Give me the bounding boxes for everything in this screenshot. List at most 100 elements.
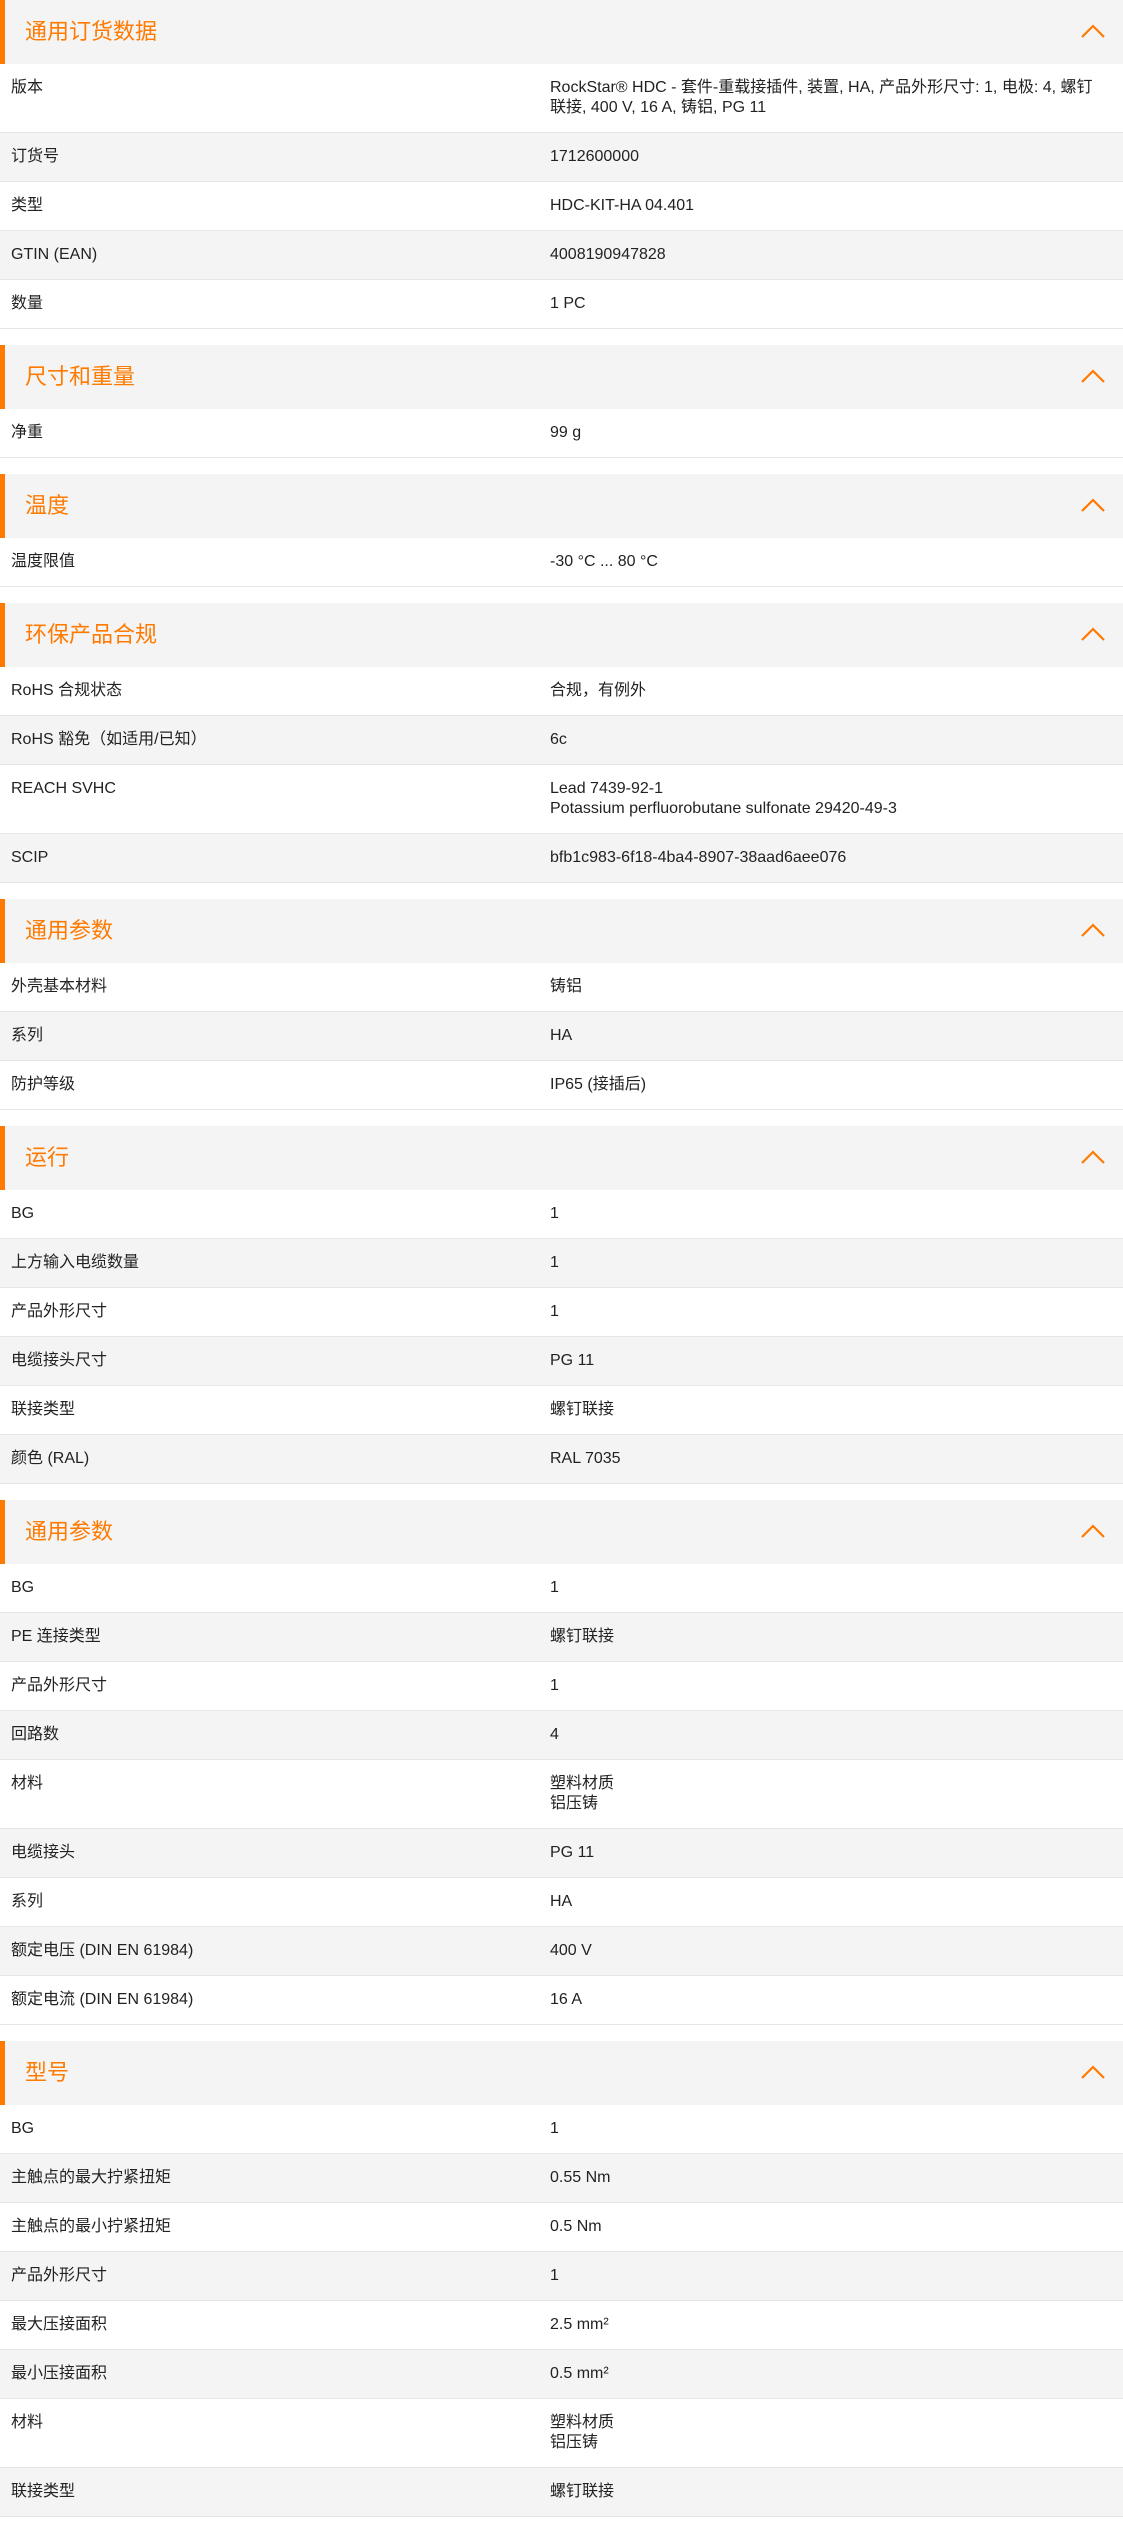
- spec-row: 联接类型 螺钉联接: [0, 2468, 1123, 2517]
- spec-label: 主触点的最大拧紧扭矩: [11, 2169, 172, 2186]
- spec-value: 1 PC: [550, 295, 586, 312]
- section-title: 通用参数: [25, 1519, 114, 1544]
- spec-label: BG: [11, 1579, 35, 1596]
- spec-row: GTIN (EAN) 4008190947828: [0, 231, 1123, 280]
- spec-row: 联接类型 螺钉联接: [0, 1386, 1123, 1435]
- spec-label: 最大压接面积: [11, 2316, 108, 2333]
- spec-value: 0.5 Nm: [550, 2218, 602, 2235]
- spec-label: 版本: [11, 79, 44, 96]
- spec-value: 1: [550, 1254, 559, 1271]
- spec-value: RockStar® HDC - 套件-重载接插件, 装置, HA, 产品外形尺寸…: [550, 79, 1093, 116]
- spec-value: 螺钉联接: [550, 2483, 615, 2500]
- spec-label: 系列: [11, 1893, 44, 1910]
- spec-row: 回路数 4: [0, 1711, 1123, 1760]
- spec-label: 最小压接面积: [11, 2365, 108, 2382]
- chevron-up-icon[interactable]: [1079, 919, 1107, 943]
- spec-value: 螺钉联接: [550, 1628, 615, 1645]
- spec-row: RoHS 合规状态 合规，有例外: [0, 667, 1123, 716]
- spec-label: 回路数: [11, 1726, 60, 1743]
- spec-value: 1712600000: [550, 148, 639, 165]
- chevron-up-icon[interactable]: [1079, 623, 1107, 647]
- spec-label: PE 连接类型: [11, 1628, 101, 1645]
- section-title: 通用订货数据: [25, 19, 158, 44]
- spec-row: PE 连接类型 螺钉联接: [0, 1613, 1123, 1662]
- chevron-up-icon[interactable]: [1079, 365, 1107, 389]
- spec-label: BG: [11, 1205, 35, 1222]
- spec-value: 1: [550, 2267, 559, 2284]
- spec-label: 订货号: [11, 148, 60, 165]
- spec-value: HA: [550, 1027, 573, 1044]
- spec-row: 订货号 1712600000: [0, 133, 1123, 182]
- section-header[interactable]: 尺寸和重量: [0, 345, 1123, 409]
- spec-row: 材料 塑料材质 铝压铸: [0, 1760, 1123, 1829]
- chevron-up-icon[interactable]: [1079, 2061, 1107, 2085]
- spec-label: 数量: [11, 295, 44, 312]
- spec-row: 最小压接面积 0.5 mm²: [0, 2350, 1123, 2399]
- spec-row: 主触点的最小拧紧扭矩 0.5 Nm: [0, 2203, 1123, 2252]
- spec-label: 额定电压 (DIN EN 61984): [11, 1942, 194, 1959]
- spec-label: 电缆接头尺寸: [11, 1352, 108, 1369]
- section-title: 温度: [25, 493, 70, 518]
- spec-value: 0.55 Nm: [550, 2169, 611, 2186]
- section-title: 运行: [25, 1145, 70, 1170]
- spec-row: 最大压接面积 2.5 mm²: [0, 2301, 1123, 2350]
- spec-label: 类型: [11, 197, 44, 214]
- spec-label: 温度限值: [11, 553, 76, 570]
- spec-row: 系列 HA: [0, 1878, 1123, 1927]
- spec-row: REACH SVHC Lead 7439-92-1 Potassium perfl…: [0, 765, 1123, 834]
- spec-label: 外壳基本材料: [11, 978, 108, 995]
- spec-value: RAL 7035: [550, 1450, 621, 1467]
- section-header[interactable]: 温度: [0, 474, 1123, 538]
- spec-row: 电缆接头 PG 11: [0, 1829, 1123, 1878]
- spec-row: 额定电流 (DIN EN 61984) 16 A: [0, 1976, 1123, 2025]
- spec-label: 颜色 (RAL): [11, 1450, 90, 1467]
- section-header[interactable]: 通用参数: [0, 899, 1123, 963]
- spec-value: HDC-KIT-HA 04.401: [550, 197, 695, 214]
- spec-row: 产品外形尺寸 1: [0, 1288, 1123, 1337]
- spec-row: 主触点的最大拧紧扭矩 0.55 Nm: [0, 2154, 1123, 2203]
- spec-value: 99 g: [550, 424, 582, 441]
- spec-value: 1: [550, 1677, 559, 1694]
- section-header[interactable]: 型号: [0, 2041, 1123, 2105]
- spec-row: 外壳基本材料 铸铝: [0, 963, 1123, 1012]
- chevron-up-icon[interactable]: [1079, 1146, 1107, 1170]
- spec-row: 材料 塑料材质 铝压铸: [0, 2399, 1123, 2468]
- spec-label: 联接类型: [11, 2483, 76, 2500]
- section-8: 型号 BG 1 主触点的最大拧紧扭矩 0.55 Nm 主触点的最小拧紧扭矩 0.5 Nm 产品…: [0, 2041, 1123, 2517]
- chevron-up-icon[interactable]: [1079, 494, 1107, 518]
- spec-label: 产品外形尺寸: [11, 1303, 108, 1320]
- spec-row: 产品外形尺寸 1: [0, 1662, 1123, 1711]
- spec-label: GTIN (EAN): [11, 246, 98, 263]
- spec-label: RoHS 豁免（如适用/已知）: [11, 731, 207, 748]
- spec-label: 材料: [11, 1775, 44, 1792]
- section-header[interactable]: 环保产品合规: [0, 603, 1123, 667]
- spec-label: 产品外形尺寸: [11, 1677, 108, 1694]
- spec-label: RoHS 合规状态: [11, 682, 123, 699]
- spec-row: 电缆接头尺寸 PG 11: [0, 1337, 1123, 1386]
- spec-label: 材料: [11, 2414, 44, 2431]
- section-2: 尺寸和重量净重 99 g: [0, 345, 1123, 458]
- spec-row: BG 1: [0, 2105, 1123, 2154]
- spec-row: RoHS 豁免（如适用/已知） 6c: [0, 716, 1123, 765]
- spec-label: 净重: [11, 424, 44, 441]
- spec-value: 塑料材质 铝压铸: [550, 2414, 615, 2451]
- spec-row: 产品外形尺寸 1: [0, 2252, 1123, 2301]
- spec-value: 1: [550, 1303, 559, 1320]
- spec-value: 铸铝: [550, 978, 583, 995]
- section-header[interactable]: 运行: [0, 1126, 1123, 1190]
- chevron-up-icon[interactable]: [1079, 1520, 1107, 1544]
- section-header[interactable]: 通用参数: [0, 1500, 1123, 1564]
- spec-value: 0.5 mm²: [550, 2365, 609, 2382]
- section-6: 运行 BG 1 上方输入电缆数量 1 产品外形尺寸 1 电缆接头尺寸 PG 11 联接类型 螺钉联接…: [0, 1126, 1123, 1484]
- section-header[interactable]: 通用订货数据: [0, 0, 1123, 64]
- chevron-up-icon[interactable]: [1079, 20, 1107, 44]
- spec-value: 400 V: [550, 1942, 592, 1959]
- section-title: 通用参数: [25, 918, 114, 943]
- spec-label: SCIP: [11, 849, 49, 866]
- spec-row: 数量 1 PC: [0, 280, 1123, 329]
- spec-value: bfb1c983-6f18-4ba4-8907-38aad6aee076: [550, 849, 847, 866]
- spec-row: BG 1: [0, 1564, 1123, 1613]
- spec-value: -30 °C ... 80 °C: [550, 553, 658, 570]
- section-5: 通用参数 外壳基本材料 铸铝 系列 HA 防护等级 IP65 (接插后): [0, 899, 1123, 1110]
- spec-label: 产品外形尺寸: [11, 2267, 108, 2284]
